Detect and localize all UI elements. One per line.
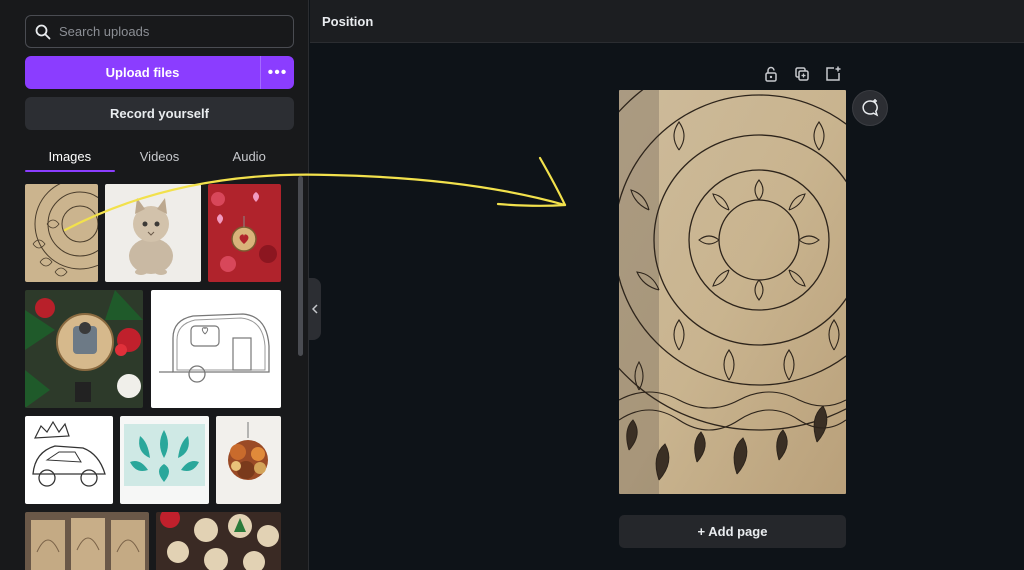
upload-thumbnail-shadow-boxes[interactable] — [25, 512, 149, 570]
editor-app: Upload files ••• Record yourself Images … — [0, 0, 1024, 570]
upload-thumbnail-wood-slice-ornaments[interactable] — [156, 512, 281, 570]
collapse-panel-handle[interactable] — [309, 278, 321, 340]
page-tools — [762, 65, 842, 83]
position-button[interactable]: Position — [322, 14, 373, 29]
uploads-panel: Upload files ••• Record yourself Images … — [0, 0, 309, 570]
upload-group: Upload files ••• — [25, 56, 294, 89]
mandala-image — [619, 90, 846, 494]
upload-thumbnail-heart-ornament[interactable] — [208, 184, 281, 282]
add-page-icon[interactable] — [824, 65, 842, 83]
upload-thumbnail-mandala[interactable] — [25, 184, 98, 282]
comment-icon — [862, 99, 879, 117]
add-comment-button[interactable] — [852, 90, 888, 126]
lock-icon[interactable] — [762, 65, 780, 83]
design-page[interactable] — [619, 90, 846, 494]
upload-more-button[interactable]: ••• — [260, 56, 294, 89]
panel-scrollbar[interactable] — [298, 176, 303, 356]
tab-images[interactable]: Images — [25, 140, 115, 172]
upload-thumbnail-kitten[interactable] — [105, 184, 201, 282]
upload-thumbnail-car-tree[interactable] — [25, 416, 113, 504]
media-tabs: Images Videos Audio — [25, 140, 294, 172]
tab-audio[interactable]: Audio — [204, 140, 294, 172]
upload-thumbnail-autumn-wreath[interactable] — [216, 416, 281, 504]
upload-files-button[interactable]: Upload files — [25, 56, 260, 89]
record-yourself-button[interactable]: Record yourself — [25, 97, 294, 130]
search-input[interactable] — [59, 24, 279, 39]
chevron-left-icon — [312, 304, 318, 314]
upload-thumbnail-camper[interactable] — [151, 290, 281, 408]
upload-thumbnail-teal-pattern[interactable] — [120, 416, 209, 504]
tab-videos[interactable]: Videos — [115, 140, 205, 172]
upload-thumbnail-christmas-ornament[interactable] — [25, 290, 143, 408]
uploads-grid — [25, 184, 284, 570]
duplicate-page-icon[interactable] — [793, 65, 811, 83]
search-box[interactable] — [25, 15, 294, 48]
editor-topbar: Position — [310, 0, 1024, 43]
add-page-button[interactable]: + Add page — [619, 515, 846, 548]
search-icon — [35, 24, 51, 39]
